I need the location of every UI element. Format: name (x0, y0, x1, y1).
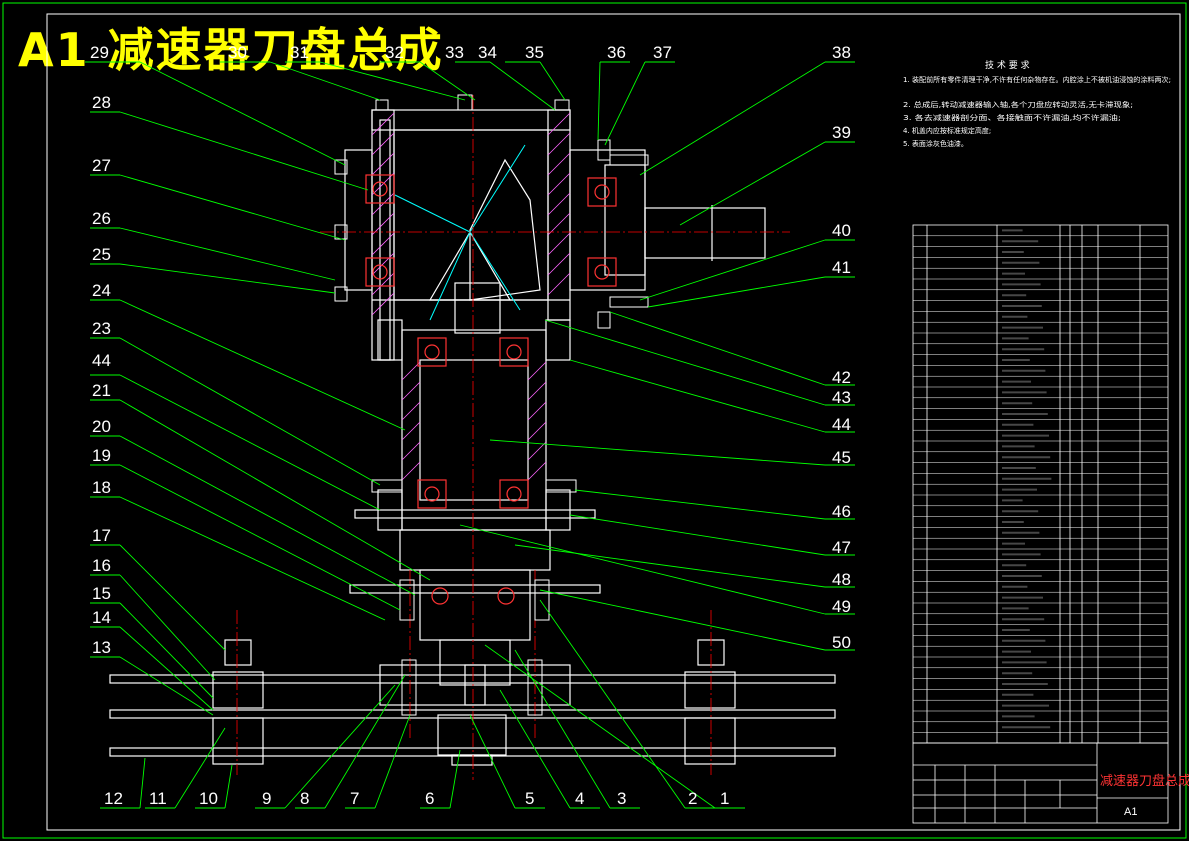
part-label: 19 (92, 446, 111, 465)
part-label: 25 (92, 245, 111, 264)
parts-list-text-marks (1002, 229, 1052, 729)
title-block-drawing-name: 减速器刀盘总成 (1100, 773, 1189, 789)
part-label: 32 (385, 43, 404, 62)
tech-requirements-heading: 技 术 要 求 (985, 59, 1030, 71)
part-label: 38 (832, 43, 851, 62)
part-label: 47 (832, 538, 851, 557)
part-label: 46 (832, 502, 851, 521)
technical-requirements: 技 术 要 求 1. 装配前所有零件清理干净,不许有任何杂物存在。内腔涂上不被机… (903, 59, 1171, 148)
part-label: 8 (300, 789, 309, 808)
tech-requirement-item: 5. 表面涂灰色油漆。 (903, 139, 968, 148)
parts-list-rows (913, 235, 1168, 733)
part-label: 49 (832, 597, 851, 616)
part-label: 42 (832, 368, 851, 387)
part-label: 21 (92, 381, 111, 400)
part-label: 17 (92, 526, 111, 545)
part-label: 2 (688, 789, 697, 808)
part-label: 37 (653, 43, 672, 62)
part-label: 50 (832, 633, 851, 652)
tech-requirement-item: 4. 机盖内应按标准规定高度; (903, 126, 991, 135)
part-label: 23 (92, 319, 111, 338)
part-label: 12 (104, 789, 123, 808)
part-label: 14 (92, 608, 111, 627)
part-label: 3 (617, 789, 626, 808)
part-label: 35 (525, 43, 544, 62)
part-label: 11 (149, 789, 167, 808)
part-labels-bottom: 12 11 10 9 8 7 6 5 4 3 2 1 (104, 789, 729, 808)
part-label: 36 (607, 43, 626, 62)
part-label: 20 (92, 417, 111, 436)
part-label: 13 (92, 638, 111, 657)
tech-requirement-item: 1. 装配前所有零件清理干净,不许有任何杂物存在。内腔涂上不被机油浸蚀的涂料两次… (903, 75, 1171, 84)
part-label: 15 (92, 584, 111, 603)
part-label: 43 (832, 388, 851, 407)
part-label: 1 (720, 789, 729, 808)
part-label: 7 (350, 789, 359, 808)
center-lines (236, 95, 790, 780)
tech-requirement-item: 3. 各去减速器剖分面、各接触面不许漏油,均不许漏油; (903, 113, 1121, 122)
part-label: 30 (228, 43, 247, 62)
gearbox-housing (109, 109, 836, 766)
part-label: 33 (445, 43, 464, 62)
gear-pitch-lines (394, 144, 526, 321)
bevel-gears (428, 158, 541, 334)
part-label: 18 (92, 478, 111, 497)
title-block-sheet-size: A1 (1124, 806, 1137, 818)
part-labels-right: 40 41 42 43 44 45 46 47 48 49 50 (832, 221, 851, 652)
part-label: 41 (832, 258, 851, 277)
part-label: 44 (92, 351, 111, 370)
assembly-drawing: 29 30 31 32 33 34 35 36 37 38 39 28 27 2… (2, 2, 1189, 839)
part-label: 9 (262, 789, 271, 808)
part-label: 26 (92, 209, 111, 228)
part-label: 31 (290, 43, 309, 62)
part-label: 24 (92, 281, 111, 300)
part-label: 44 (832, 415, 851, 434)
part-label: 40 (832, 221, 851, 240)
sheet-outer-border (2, 2, 1187, 839)
bearings (365, 174, 617, 605)
leader-lines (85, 61, 855, 809)
part-label: 28 (92, 93, 111, 112)
part-label: 48 (832, 570, 851, 589)
part-label: 4 (575, 789, 584, 808)
part-label: 39 (832, 123, 851, 142)
part-label: 5 (525, 789, 534, 808)
part-label: 34 (478, 43, 497, 62)
tech-requirement-item: 2. 总成后,转动减速器输入轴,各个刀盘应转动灵活,无卡滞现象; (903, 100, 1133, 109)
part-label: 29 (90, 43, 109, 62)
part-labels-top: 29 30 31 32 33 34 35 36 37 38 39 (90, 43, 851, 142)
part-label: 10 (199, 789, 218, 808)
part-label: 45 (832, 448, 851, 467)
part-label: 6 (425, 789, 434, 808)
part-label: 27 (92, 156, 111, 175)
part-label: 16 (92, 556, 111, 575)
